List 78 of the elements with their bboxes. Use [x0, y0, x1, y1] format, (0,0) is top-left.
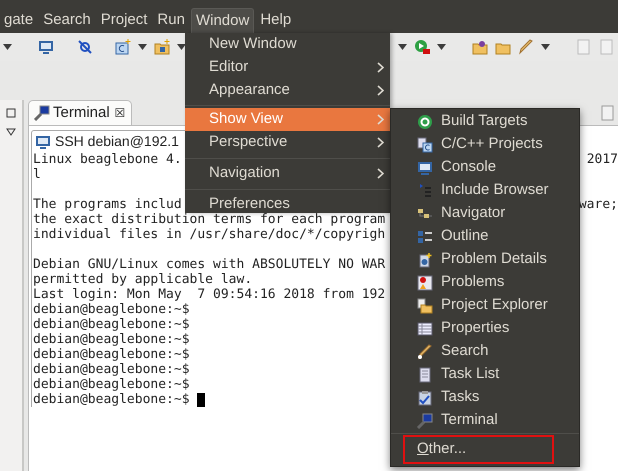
c-class-icon — [115, 39, 132, 55]
terminal-line: l — [33, 167, 41, 182]
menu-item[interactable]: Other... — [403, 435, 554, 464]
menu-item[interactable]: Terminal — [391, 409, 579, 432]
menu-item[interactable]: Search — [391, 340, 579, 363]
terminal-line: debian@beaglebone:~$ — [33, 332, 190, 347]
folder-icon — [154, 39, 170, 55]
terminal-line: Debian GNU/Linux comes with ABSOLUTELY NO WAR — [33, 257, 386, 272]
terminal-line: debian@beaglebone:~$ — [33, 317, 190, 332]
terminal-line: 2017 — [586, 152, 618, 167]
c-document-icon — [417, 136, 433, 152]
menu-bar-item[interactable]: Window — [190, 8, 254, 33]
menu-item[interactable]: Console — [391, 156, 579, 179]
terminal-line: debian@beaglebone:~$ — [33, 377, 190, 392]
menu-item[interactable]: Properties — [391, 317, 579, 340]
close-button[interactable]: ☒ — [114, 104, 126, 122]
table-icon — [417, 320, 433, 336]
menu-bar-item[interactable]: Project — [96, 8, 152, 33]
pen-icon — [518, 39, 534, 55]
caret-icon[interactable] — [138, 44, 148, 50]
caret-icon[interactable] — [540, 44, 550, 50]
disconnect-icon — [76, 39, 93, 55]
caret-icon[interactable] — [3, 44, 12, 50]
terminal-line: The programs includ — [33, 197, 182, 212]
terminal-icon — [34, 105, 50, 121]
caret-icon[interactable] — [398, 44, 407, 50]
menu-item[interactable]: Navigation — [185, 162, 390, 185]
maximize-icon — [6, 108, 16, 118]
terminal-line: debian@beaglebone:~$ — [33, 362, 190, 377]
caret-icon[interactable] — [177, 44, 186, 50]
caret-icon[interactable] — [436, 44, 446, 50]
terminal-line: individual files in /usr/share/doc/*/copyrigh — [33, 227, 386, 242]
menu-bar-item[interactable]: Search — [39, 8, 95, 33]
menu-item[interactable]: Problems — [391, 271, 579, 294]
menu-item[interactable]: Editor — [185, 56, 390, 79]
clipboard-icon — [417, 390, 433, 406]
run-icon — [414, 39, 430, 55]
terminal-line: ware; — [578, 197, 618, 212]
terminal-line: debian@beaglebone:~$ — [33, 302, 190, 317]
folder-icon — [417, 298, 433, 314]
menu-item[interactable]: Build Targets — [391, 110, 579, 133]
menu-item[interactable]: Outline — [391, 225, 579, 248]
menu-item[interactable]: Task List — [391, 363, 579, 386]
menu-item[interactable]: Preferences — [185, 193, 390, 213]
menu-item[interactable]: Navigator — [391, 202, 579, 225]
menu-item[interactable]: Appearance — [185, 79, 390, 102]
menu-item[interactable]: Project Explorer — [391, 294, 579, 317]
monitor-icon — [38, 39, 54, 55]
document-icon — [417, 366, 433, 382]
warning-document-icon — [417, 274, 433, 290]
terminal-icon — [417, 412, 433, 428]
folder-icon — [472, 39, 488, 55]
menu-bar-item[interactable]: Run — [153, 8, 189, 33]
terminal-tab[interactable]: Terminal ☒ — [28, 100, 132, 125]
menu-item[interactable]: New Window — [185, 33, 390, 56]
terminal-line: debian@beaglebone:~$ — [33, 347, 190, 362]
connection-title: SSH debian@192.1 — [55, 132, 179, 151]
list-icon — [417, 182, 433, 198]
monitor-icon — [417, 160, 433, 176]
outline-icon — [417, 228, 433, 244]
terminal-line: Last login: Mon May 7 09:54:16 2018 from 192 — [33, 287, 386, 302]
monitor-icon — [35, 134, 51, 150]
menu-item[interactable]: Tasks — [391, 386, 579, 409]
terminal-line: the exact distribution terms for each program — [33, 212, 386, 227]
document-icon — [598, 39, 615, 55]
menu-item[interactable]: Include Browser — [391, 179, 579, 202]
document-icon — [576, 39, 592, 55]
target-icon — [417, 114, 433, 130]
terminal-line: debian@beaglebone:~$ — [33, 392, 191, 407]
menu-bar-item[interactable]: Help — [256, 8, 296, 33]
terminal-line: permitted by applicable law. — [33, 272, 252, 287]
menu-item[interactable]: C/C++ Projects — [391, 133, 579, 156]
terminal-line: Linux beaglebone 4. — [33, 152, 182, 167]
pen-icon — [417, 344, 433, 360]
menu-item[interactable]: Problem Details — [391, 248, 579, 271]
caret-down-icon — [6, 128, 16, 136]
menu-bar-item[interactable]: gate — [0, 8, 38, 33]
tab-title: Terminal — [53, 102, 110, 123]
